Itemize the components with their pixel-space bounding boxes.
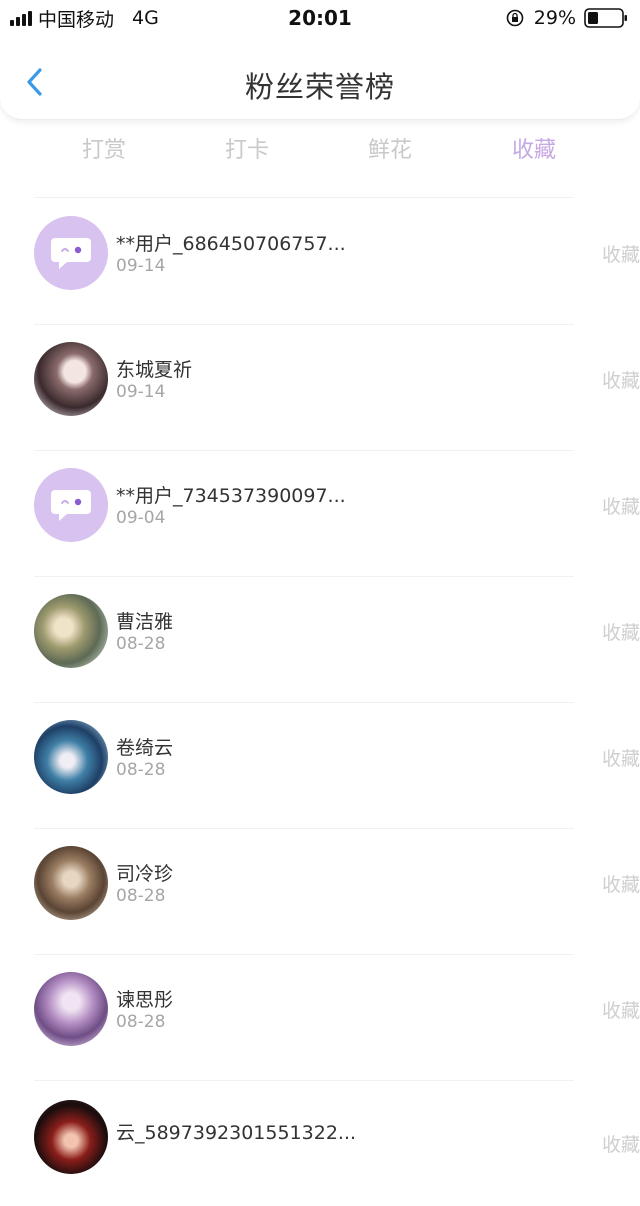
list-item[interactable]: 云_5897392301551322... 收藏: [34, 1080, 640, 1206]
rotation-lock-icon: [506, 9, 524, 27]
user-avatar: [34, 1100, 108, 1174]
fan-action: 收藏: [601, 622, 640, 644]
default-avatar-icon: [34, 468, 108, 542]
user-avatar: [34, 342, 108, 416]
list-item[interactable]: 司冷珍 08-28 收藏: [34, 828, 640, 954]
user-avatar: [34, 972, 108, 1046]
fan-action: 收藏: [601, 874, 640, 896]
fan-name: **用户_686450706757...: [116, 233, 346, 255]
fan-date: 08-28: [116, 886, 166, 906]
tab-reward[interactable]: 打赏: [64, 132, 144, 164]
status-bar: 中国移动 4G 20:01 29%: [0, 0, 640, 36]
fan-name: 曹洁雅: [116, 611, 174, 633]
user-avatar: [34, 720, 108, 794]
list-item[interactable]: 谏思彤 08-28 收藏: [34, 954, 640, 1080]
fan-date: 08-28: [116, 634, 166, 654]
status-right: 29%: [506, 6, 628, 30]
battery-percent: 29%: [533, 7, 576, 29]
list-item[interactable]: 曹洁雅 08-28 收藏: [34, 576, 640, 702]
tab-favorites[interactable]: 收藏: [494, 132, 574, 164]
fan-date: 08-28: [116, 760, 166, 780]
list-item[interactable]: 卷绮云 08-28 收藏: [34, 702, 640, 828]
list-item[interactable]: 东城夏祈 09-14 收藏: [34, 324, 640, 450]
fan-name: 卷绮云: [116, 737, 174, 759]
tab-checkin[interactable]: 打卡: [207, 132, 287, 164]
tab-bar: 打赏 打卡 鲜花 收藏: [0, 128, 640, 168]
page-title: 粉丝荣誉榜: [244, 70, 395, 104]
fan-action: 收藏: [601, 370, 640, 392]
tab-flowers[interactable]: 鲜花: [350, 132, 430, 164]
fan-name: 云_5897392301551322...: [116, 1122, 357, 1144]
fan-name: 东城夏祈: [116, 359, 193, 381]
fan-action: 收藏: [601, 496, 640, 518]
list-item[interactable]: **用户_734537390097... 09-04 收藏: [34, 450, 640, 576]
fan-name: **用户_734537390097...: [116, 485, 346, 507]
nav-bar: 粉丝荣誉榜: [0, 44, 640, 120]
fan-action: 收藏: [601, 244, 640, 266]
fan-action: 收藏: [601, 1000, 640, 1022]
fan-name: 司冷珍: [116, 863, 174, 885]
battery-icon: [584, 8, 627, 28]
fan-action: 收藏: [601, 748, 640, 770]
fan-date: 09-04: [116, 508, 166, 528]
list-item[interactable]: **用户_686450706757... 09-14 收藏: [34, 198, 640, 324]
user-avatar: [34, 594, 108, 668]
fan-name: 谏思彤: [116, 989, 174, 1011]
user-avatar: [34, 846, 108, 920]
fan-date: 08-28: [116, 1012, 166, 1032]
default-avatar-icon: [34, 216, 108, 290]
fan-date: 09-14: [116, 256, 166, 276]
fan-date: 09-14: [116, 382, 166, 402]
fan-action: 收藏: [601, 1134, 640, 1156]
